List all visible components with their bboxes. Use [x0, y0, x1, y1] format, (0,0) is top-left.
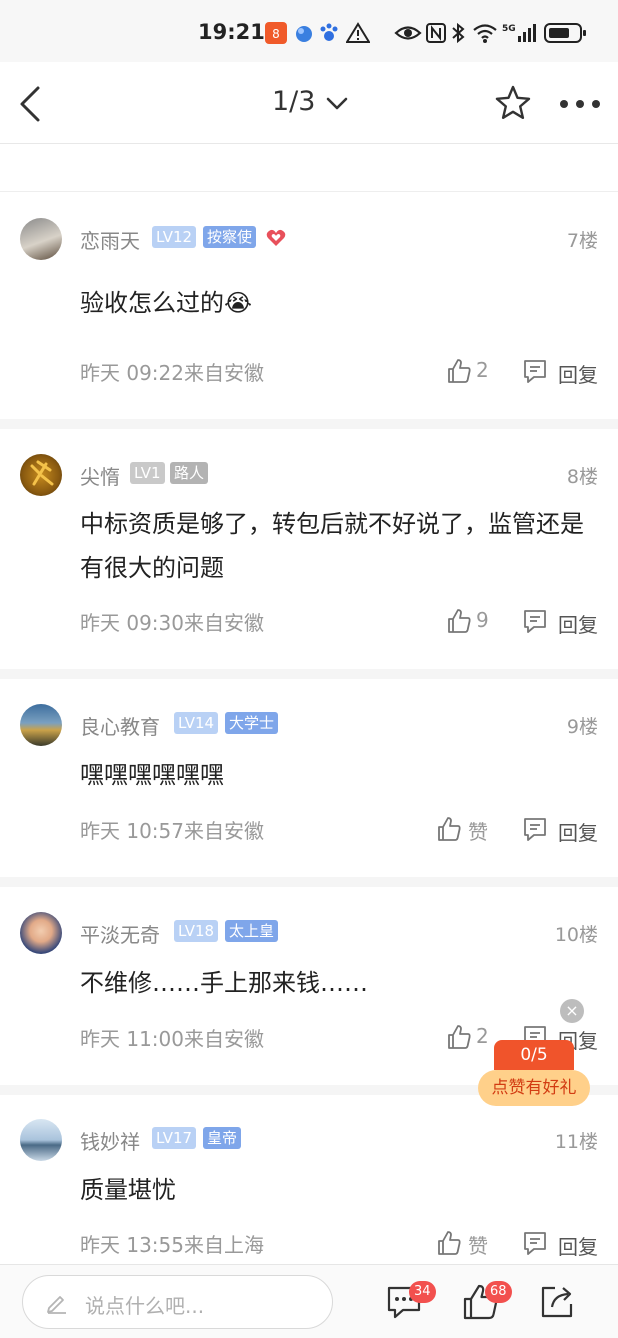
svg-text:8: 8	[272, 27, 280, 41]
like-count[interactable]: 9	[476, 608, 489, 632]
top-nav-bar: 1/3	[0, 62, 618, 144]
reply-button[interactable]: 回复	[558, 609, 598, 638]
status-bar: 19:21 8 5G	[0, 0, 618, 62]
floor-number: 8楼	[566, 466, 598, 488]
back-arrow-icon[interactable]	[14, 84, 48, 124]
comment-meta: 昨天 13:55来自上海	[80, 1233, 264, 1257]
reply-button[interactable]: 回复	[558, 359, 598, 388]
username[interactable]: 平淡无奇	[80, 919, 160, 948]
thumbs-up-icon[interactable]	[446, 358, 472, 384]
comment-text: 中标资质是够了，转包后就不好说了，监管还是有很大的问题	[80, 510, 584, 582]
avatar[interactable]	[20, 912, 62, 954]
username[interactable]: 良心教育	[80, 711, 160, 740]
crying-laughing-emoji: 😭	[224, 289, 253, 317]
nfc-icon	[426, 23, 446, 43]
reply-button[interactable]: 回复	[558, 817, 598, 846]
bottom-action-bar: 说点什么吧... 34 68	[0, 1264, 618, 1338]
signal-icon: 5G	[502, 24, 536, 42]
comment-text-body: 验收怎么过的	[80, 289, 224, 317]
floor-number: 9楼	[566, 716, 598, 738]
promo-progress: 0/5	[494, 1040, 574, 1070]
chevron-down-icon[interactable]	[326, 96, 348, 112]
comment-meta: 昨天 09:30来自安徽	[80, 611, 264, 635]
close-promo-icon[interactable]: ×	[560, 999, 584, 1023]
title-badge: 路人	[170, 462, 209, 484]
comment-meta: 昨天 09:22来自安徽	[80, 361, 264, 385]
comment-text: 验收怎么过的😭	[80, 281, 590, 325]
page-indicator[interactable]: 1/3	[272, 86, 315, 117]
reply-bubble-icon[interactable]	[522, 816, 548, 842]
like-count[interactable]: 2	[476, 358, 489, 382]
comment-meta: 昨天 10:57来自安徽	[80, 819, 264, 843]
username[interactable]: 恋雨天	[80, 225, 140, 254]
avatar[interactable]	[20, 1119, 62, 1161]
floor-number: 11楼	[554, 1131, 598, 1153]
title-badge: 皇帝	[203, 1127, 242, 1149]
comment-item: 恋雨天 LV12 按察使 7楼 验收怎么过的😭 昨天 09:22来自安徽 2 回…	[0, 193, 618, 429]
notification-app-icon: 8	[265, 22, 287, 44]
username[interactable]: 钱妙祥	[80, 1126, 140, 1155]
likes-count-badge: 68	[485, 1281, 512, 1303]
reply-bubble-icon[interactable]	[522, 608, 548, 634]
share-icon[interactable]	[538, 1283, 576, 1321]
reply-bubble-icon[interactable]	[522, 358, 548, 384]
reply-bubble-icon[interactable]	[522, 1230, 548, 1256]
battery-icon	[544, 23, 586, 43]
star-icon[interactable]	[494, 84, 532, 122]
level-badge: LV17	[152, 1127, 197, 1149]
level-badge: LV12	[152, 226, 197, 248]
title-badge: 太上皇	[225, 920, 279, 942]
thumbs-up-icon[interactable]	[436, 1230, 462, 1256]
like-button-label[interactable]: 赞	[468, 816, 488, 845]
avatar-glyph-icon	[30, 460, 54, 486]
reply-button[interactable]: 回复	[558, 1231, 598, 1260]
level-badge: LV1	[130, 462, 165, 484]
comment-text: 嘿嘿嘿嘿嘿嘿	[80, 761, 224, 789]
paw-app-icon	[320, 23, 338, 41]
wifi-icon	[473, 24, 497, 43]
level-badge: LV14	[174, 712, 219, 734]
eye-icon	[394, 26, 422, 40]
level-badge: LV18	[174, 920, 219, 942]
thumbs-up-icon[interactable]	[446, 1024, 472, 1050]
comments-count-badge: 34	[409, 1281, 436, 1303]
heart-badge-icon	[266, 229, 286, 246]
thumbs-up-icon[interactable]	[446, 608, 472, 634]
like-button-label[interactable]: 赞	[468, 1230, 488, 1259]
browser-icon	[296, 26, 312, 42]
comment-meta: 昨天 11:00来自安徽	[80, 1027, 264, 1051]
network-label: 5G	[502, 24, 516, 34]
comment-input-placeholder: 说点什么吧...	[85, 1294, 205, 1318]
comment-text: 质量堪忧	[80, 1176, 176, 1204]
thumbs-up-icon[interactable]	[436, 816, 462, 842]
username[interactable]: 尖惰	[80, 461, 120, 490]
status-time: 19:21	[198, 20, 265, 44]
comment-item: 良心教育 LV14 大学士 9楼 嘿嘿嘿嘿嘿嘿 昨天 10:57来自安徽 赞 回…	[0, 679, 618, 887]
comment-input[interactable]: 说点什么吧...	[22, 1275, 333, 1329]
previous-comment-stub	[0, 144, 618, 192]
floor-number: 7楼	[566, 230, 598, 252]
comment-item: 尖惰 LV1 路人 8楼 中标资质是够了，转包后就不好说了，监管还是有很大的问题…	[0, 429, 618, 679]
title-badge: 按察使	[203, 226, 257, 248]
floor-number: 10楼	[554, 924, 598, 946]
avatar[interactable]	[20, 454, 62, 496]
pencil-icon	[47, 1296, 66, 1314]
title-badge: 大学士	[225, 712, 279, 734]
avatar[interactable]	[20, 704, 62, 746]
like-reward-promo[interactable]: 0/5 点赞有好礼	[476, 1040, 592, 1106]
more-options-icon[interactable]	[558, 98, 602, 110]
warning-icon	[346, 22, 370, 43]
comment-item: 钱妙祥 LV17 皇帝 11楼 质量堪忧 昨天 13:55来自上海 赞 回复	[0, 1095, 618, 1264]
avatar[interactable]	[20, 218, 62, 260]
bluetooth-icon	[452, 22, 465, 44]
comment-text: 不维修……手上那来钱……	[80, 969, 368, 997]
promo-label[interactable]: 点赞有好礼	[478, 1070, 590, 1106]
